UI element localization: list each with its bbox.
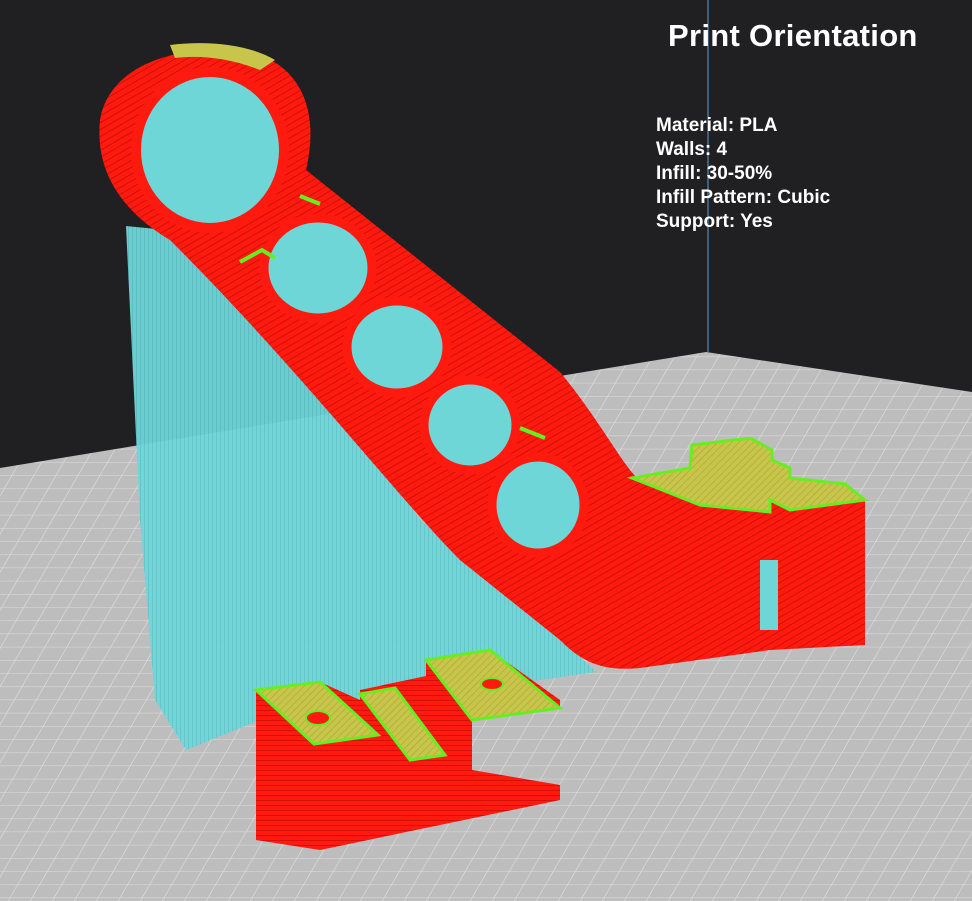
setting-material: Material: PLA (656, 115, 778, 136)
setting-walls: Walls: 4 (656, 139, 728, 160)
setting-support: Support: Yes (656, 211, 773, 232)
overlay-title: Print Orientation (668, 18, 918, 53)
print-settings-list: Material: PLA Walls: 4 Infill: 30-50% In… (656, 114, 830, 234)
setting-infill: Infill: 30-50% (656, 163, 773, 184)
setting-infill-pattern: Infill Pattern: Cubic (656, 187, 831, 208)
